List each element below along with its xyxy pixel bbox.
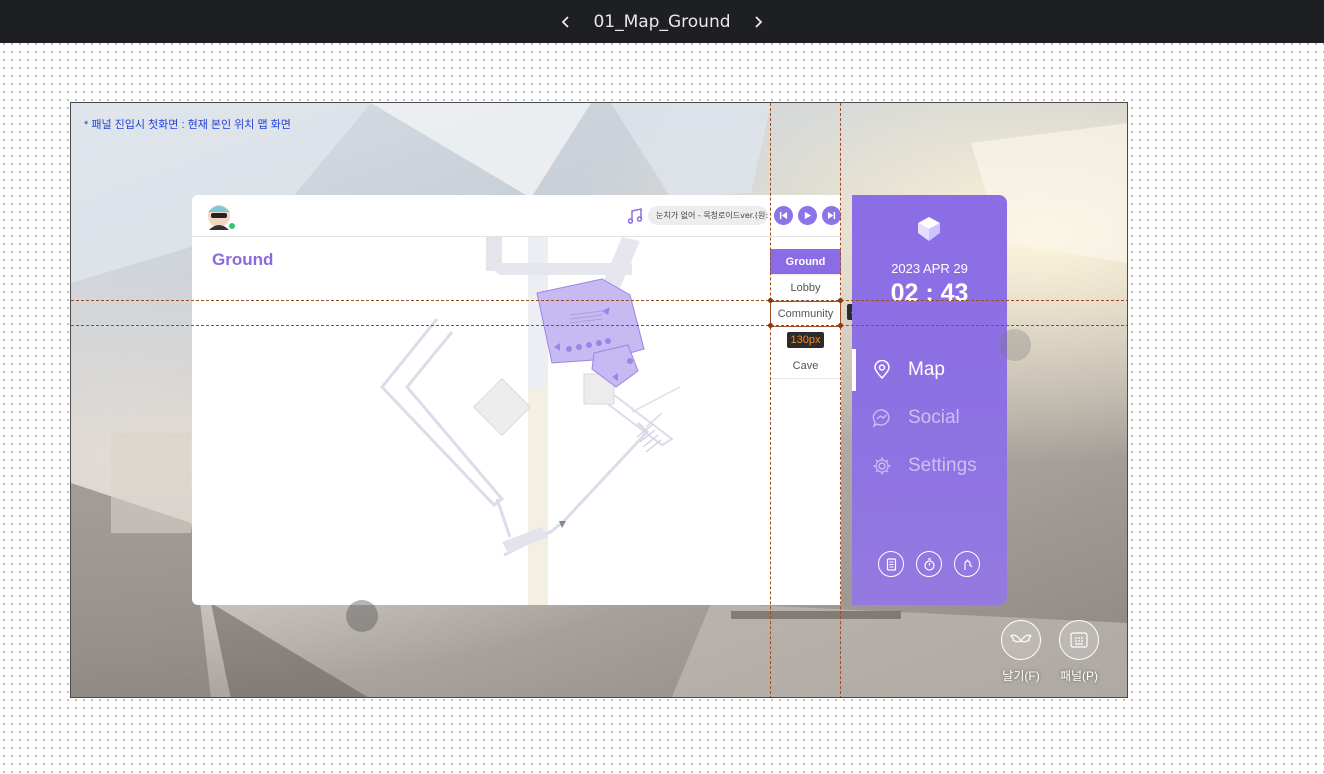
next-track-icon[interactable] xyxy=(822,206,841,225)
selection-handle[interactable] xyxy=(768,298,773,303)
time-display: 02 : 43 xyxy=(890,279,969,307)
frame-note: * 패널 진입시 첫화면 : 현재 본인 위치 맵 화면 xyxy=(84,119,291,131)
scene-marker xyxy=(346,600,378,632)
panel-grid-icon xyxy=(1070,632,1088,648)
hand-icon[interactable] xyxy=(954,551,980,577)
chevron-right-icon[interactable] xyxy=(747,11,769,33)
selection-handle[interactable] xyxy=(838,298,843,303)
app-logo-icon xyxy=(918,217,940,241)
date-display: 2023 APR 29 xyxy=(891,261,968,276)
guide-line-vertical xyxy=(840,103,841,697)
active-menu-indicator xyxy=(852,349,856,391)
chevron-left-icon[interactable] xyxy=(555,11,577,33)
design-frame: * 패널 진입시 첫화면 : 현재 본인 위치 맵 화면 눈치가 없어 - 목청… xyxy=(70,102,1128,698)
menu-item-map[interactable]: Map xyxy=(872,356,945,384)
floor-tab-community[interactable]: Community xyxy=(770,301,841,327)
panel-label: 패널(P) xyxy=(1059,669,1099,683)
prev-track-icon[interactable] xyxy=(774,206,793,225)
fly-label: 날기(F) xyxy=(1002,669,1040,683)
map-pin-icon xyxy=(874,360,890,380)
frame-title: 01_Map_Ground xyxy=(593,11,731,32)
guide-line-horizontal xyxy=(71,325,1127,326)
width-measure-row: 130px xyxy=(770,327,841,353)
floor-tab-cave[interactable]: Cave xyxy=(770,353,841,379)
panel-button[interactable] xyxy=(1059,620,1099,660)
scene-marker xyxy=(999,329,1031,361)
messenger-icon xyxy=(872,409,890,428)
floor-tab-lobby[interactable]: Lobby xyxy=(770,275,841,301)
top-bar: 01_Map_Ground xyxy=(0,0,1324,43)
floor-tabs: Ground Lobby Community 130px Cave xyxy=(770,249,841,379)
music-note-icon xyxy=(627,208,643,224)
menu-label-map: Map xyxy=(908,359,945,380)
notes-icon[interactable] xyxy=(878,551,904,577)
map-header: 눈치가 없어 - 목청로이드ver.(원: xyxy=(192,195,841,237)
map-panel: 눈치가 없어 - 목청로이드ver.(원: Ground xyxy=(192,195,841,605)
guide-line-vertical xyxy=(770,103,771,697)
online-status-dot xyxy=(227,221,237,231)
width-measure-label: 130px xyxy=(786,332,825,348)
wings-icon xyxy=(1010,634,1032,643)
menu-label-social: Social xyxy=(908,407,960,428)
menu-item-social[interactable]: Social xyxy=(872,404,960,432)
menu-label-settings: Settings xyxy=(908,455,977,476)
fly-button[interactable] xyxy=(1001,620,1041,660)
play-icon[interactable] xyxy=(798,206,817,225)
menu-item-settings[interactable]: Settings xyxy=(872,452,977,480)
selection-handle[interactable] xyxy=(768,323,773,328)
timer-icon[interactable] xyxy=(916,551,942,577)
side-panel: 2023 APR 29 02 : 43 Map Social Settings xyxy=(852,195,1007,605)
selection-handle[interactable] xyxy=(838,323,843,328)
floor-plan-map[interactable] xyxy=(192,237,841,605)
floor-tab-ground[interactable]: Ground xyxy=(770,249,841,275)
song-title[interactable]: 눈치가 없어 - 목청로이드ver.(원: xyxy=(648,206,768,225)
guide-line-horizontal xyxy=(71,300,1127,301)
gear-icon xyxy=(873,457,891,475)
